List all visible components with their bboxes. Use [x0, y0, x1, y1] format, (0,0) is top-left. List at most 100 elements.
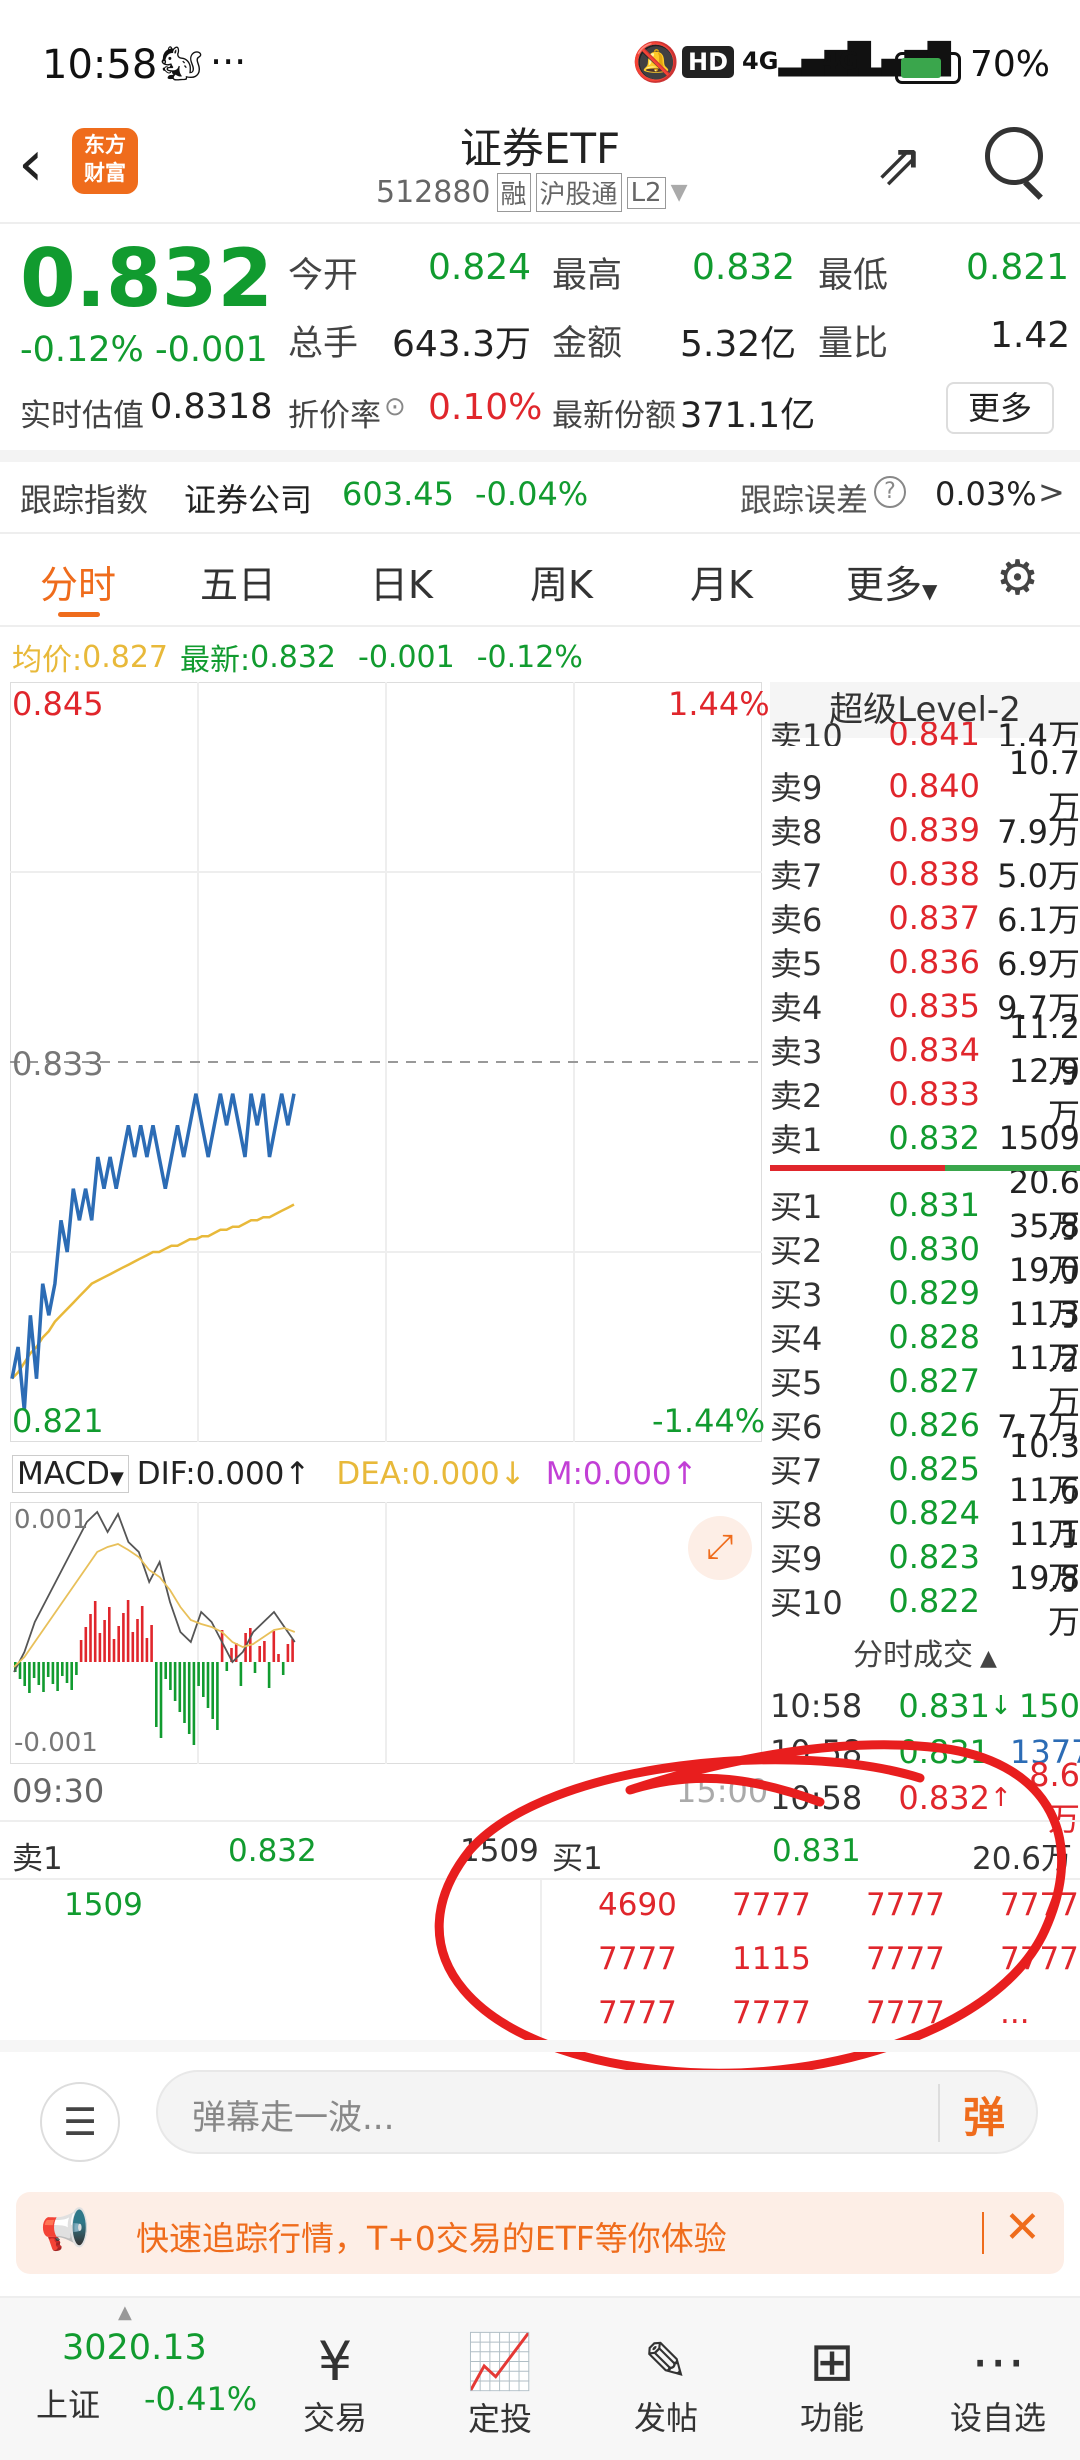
macd-bar — [225, 1662, 229, 1671]
sell-level-row[interactable]: 卖9 0.840 10.7万 — [770, 744, 1080, 826]
level-price: 0.825 — [888, 1450, 980, 1488]
caret-down-icon: ▼ — [109, 1468, 124, 1489]
header: ‹ 东方财富 证券ETF 512880 融 沪股通 L2 ▼ ⇗ — [0, 115, 1080, 225]
danmaku-list-icon[interactable]: ☰ — [40, 2082, 120, 2162]
tracking-divider — [0, 532, 1080, 534]
promo-banner[interactable]: 📢 快速追踪行情，T+0交易的ETF等你体验 ✕ — [16, 2192, 1064, 2274]
buy-level-row[interactable]: 买10 0.822 19.8万 — [770, 1559, 1080, 1641]
sell-level-row[interactable]: 卖5 0.836 6.9万 — [770, 940, 1080, 984]
share-icon[interactable]: ⇗ — [875, 130, 924, 198]
expand-icon[interactable]: ⤢ — [688, 1516, 752, 1580]
sell-level-row[interactable]: 卖7 0.838 5.0万 — [770, 852, 1080, 896]
level-label: 买10 — [770, 1584, 843, 1622]
pct-bottom-label: -1.44% — [652, 1402, 766, 1440]
nav-functions[interactable]: ⊞ 功能 — [762, 2330, 902, 2439]
grid-icon: ⊞ — [809, 2330, 855, 2393]
volume-value: 643.3万 — [392, 324, 532, 365]
tab-daily-k[interactable]: 日K — [370, 554, 433, 609]
danmaku-send-button[interactable]: 弹 — [963, 2084, 1005, 2145]
tracking-label: 跟踪指数 — [20, 481, 149, 519]
tab-more[interactable]: 更多▼ — [846, 554, 937, 609]
chevron-right-icon[interactable]: > — [1038, 473, 1065, 511]
level-price: 0.829 — [888, 1274, 980, 1312]
macd-bar — [84, 1627, 88, 1662]
level-price: 0.828 — [888, 1318, 980, 1356]
macd-info: MACD▼ DIF:0.000↑ DEA:0.000↓ M:0.000↑ — [12, 1455, 698, 1493]
section-gap — [0, 450, 1080, 462]
level-label: 买9 — [770, 1540, 823, 1578]
tab-five-day[interactable]: 五日 — [200, 554, 276, 609]
level-price: 0.824 — [888, 1494, 980, 1532]
status-time: 10:58 — [42, 42, 158, 88]
tracking-index-change: -0.04% — [475, 475, 589, 513]
queue-sell-price: 0.832 — [228, 1833, 317, 1869]
sell-level-row[interactable]: 卖6 0.837 6.1万 — [770, 896, 1080, 940]
high-label: 最高 — [552, 256, 623, 296]
more-button[interactable]: 更多 — [946, 382, 1054, 434]
help-icon[interactable]: ? — [874, 476, 906, 508]
tab-indicator — [58, 612, 100, 617]
level-price: 0.827 — [888, 1362, 980, 1400]
buy-level-row[interactable]: 买5 0.827 11.2万 — [770, 1339, 1080, 1421]
macd-bar — [131, 1632, 135, 1662]
search-icon[interactable] — [985, 127, 1043, 185]
tracking-index-value: 603.45 — [342, 475, 454, 513]
trades-title-row[interactable]: 分时成交 ▲ — [770, 1630, 1080, 1674]
macd-bar — [46, 1662, 50, 1677]
level-volume: 6.1万 — [997, 901, 1080, 939]
ratio-value: 1.42 — [990, 315, 1071, 356]
level-label: 卖9 — [770, 769, 823, 807]
macd-bar — [173, 1662, 177, 1701]
nav-invest[interactable]: 📈 定投 — [430, 2330, 570, 2440]
tab-intraday[interactable]: 分时 — [40, 554, 116, 609]
macd-bar — [136, 1619, 139, 1662]
intraday-chart[interactable] — [10, 682, 762, 1442]
level-label: 买1 — [770, 1188, 823, 1226]
macd-bar — [56, 1662, 59, 1691]
tracking-error: 0.03% — [935, 475, 1037, 513]
sell-level-row[interactable]: 卖2 0.833 12.9万 — [770, 1052, 1080, 1134]
sell-level-row[interactable]: 卖8 0.839 7.9万 — [770, 808, 1080, 852]
macd-bar — [267, 1662, 271, 1688]
caret-up-icon: ▲ — [118, 2302, 132, 2323]
tracking-index[interactable]: 证券公司 — [184, 475, 312, 521]
y-mid-label: 0.833 — [12, 1045, 104, 1083]
level-label: 买7 — [770, 1452, 823, 1490]
index-change: -0.41% — [144, 2380, 258, 2418]
notification-icon: 🐿 — [160, 44, 204, 84]
info-icon[interactable]: ⊙ — [384, 392, 406, 422]
macd-bar — [93, 1601, 97, 1662]
level-price: 0.840 — [888, 767, 980, 805]
amount-label: 金额 — [552, 324, 623, 364]
macd-dif: DIF:0.000↑ — [136, 1456, 311, 1492]
high-value: 0.832 — [692, 247, 796, 288]
index-value[interactable]: 3020.13 — [62, 2328, 207, 2368]
level-label: 卖4 — [770, 989, 823, 1027]
macd-bar — [183, 1662, 186, 1723]
tab-weekly-k[interactable]: 周K — [530, 554, 593, 609]
trade-arrow: ↓ — [990, 1691, 1012, 1721]
nav-watchlist-label: 设自选 — [949, 2399, 1046, 2437]
nav-post[interactable]: ✎ 发帖 — [596, 2330, 736, 2439]
nav-watchlist[interactable]: ⋯ 设自选 — [928, 2330, 1068, 2439]
mute-icon: 🔕 — [632, 40, 680, 84]
latest-chg: -0.001 — [358, 639, 455, 675]
level-volume: 5.0万 — [997, 857, 1080, 895]
x-start-label: 09:30 — [12, 1772, 105, 1810]
macd-bar — [239, 1662, 243, 1686]
close-icon[interactable]: ✕ — [1004, 2202, 1041, 2253]
nav-trade[interactable]: ¥ 交易 — [265, 2330, 405, 2439]
gear-icon[interactable]: ⚙ — [996, 550, 1039, 606]
sell-level-row[interactable]: 卖1 0.832 1509 — [770, 1116, 1080, 1160]
tab-monthly-k[interactable]: 月K — [690, 554, 753, 609]
level-label: 卖6 — [770, 901, 823, 939]
security-code-row[interactable]: 512880 融 沪股通 L2 ▼ — [376, 173, 688, 212]
macd-selector[interactable]: MACD▼ — [12, 1455, 129, 1493]
macd-bar — [206, 1662, 210, 1708]
danmaku-input[interactable]: 弹幕走一波... 弹 — [156, 2070, 1038, 2154]
tab-more-label: 更多 — [846, 563, 923, 607]
sell-level-row[interactable]: 卖10 0.841 1.4万 — [770, 722, 1080, 746]
tag-margin: 融 — [496, 173, 531, 212]
macd-bar — [122, 1613, 125, 1662]
macd-bar — [192, 1662, 196, 1745]
